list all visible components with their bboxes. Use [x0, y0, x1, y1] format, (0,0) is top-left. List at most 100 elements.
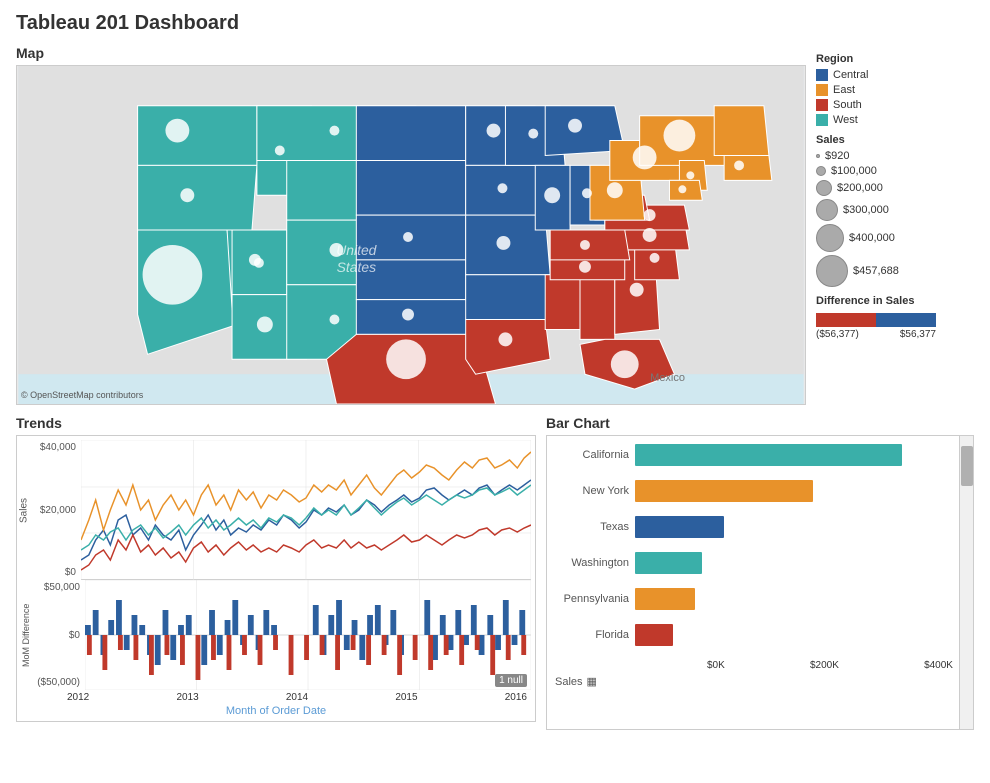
- sales-legend-title: Sales: [816, 134, 974, 146]
- diff-low: ($56,377): [816, 329, 859, 340]
- bar-label: Pennsylvania: [555, 593, 635, 605]
- sales-y-mid: $20,000: [31, 505, 76, 516]
- sales-y-axis-label: Sales: [17, 440, 31, 580]
- bar-label: Washington: [555, 557, 635, 569]
- map-label: Map: [16, 45, 806, 61]
- legend-section: Region Central East South West Sales $920 $1…: [816, 45, 974, 405]
- region-legend-item: West: [816, 114, 974, 126]
- sales-chart: [81, 440, 531, 580]
- region-legend: Central East South West: [816, 69, 974, 126]
- bar-label: California: [555, 449, 635, 461]
- bar-chart-label: Bar Chart: [546, 415, 974, 431]
- mom-y-axis-label: MoM Difference: [17, 580, 35, 690]
- bar-fill: [635, 516, 724, 538]
- bar-x-0: $0K: [707, 660, 725, 671]
- sales-y-bot: $0: [31, 567, 76, 578]
- bar-chart-row: Texas: [555, 516, 953, 538]
- bar-chart-inner: California New York Texas Washington Pen…: [546, 435, 974, 730]
- bar-track: [635, 624, 953, 646]
- bar-track: [635, 552, 953, 574]
- sales-circle: [816, 255, 848, 287]
- sales-circle: [816, 224, 844, 252]
- sales-legend-item: $457,688: [816, 255, 974, 287]
- region-name: West: [833, 114, 858, 126]
- sales-label: $100,000: [831, 165, 877, 177]
- sales-circle: [816, 154, 820, 158]
- region-color-box: [816, 69, 828, 81]
- x-label-2015: 2015: [395, 692, 417, 703]
- sales-legend-item: $200,000: [816, 180, 974, 196]
- trends-label: Trends: [16, 415, 536, 431]
- null-badge: 1 null: [495, 672, 527, 686]
- bar-chart-row: California: [555, 444, 953, 466]
- mexico-label: Mexico: [650, 372, 685, 384]
- filter-icon[interactable]: ▦: [587, 675, 597, 688]
- bar-x-axis: $0K $200K $400K: [627, 660, 973, 671]
- mom-chart: 1 null: [85, 580, 531, 690]
- region-color-box: [816, 99, 828, 111]
- sales-legend-item: $920: [816, 150, 974, 162]
- bar-label: Texas: [555, 521, 635, 533]
- trends-inner: Sales $40,000 $20,000 $0: [16, 435, 536, 722]
- bar-fill: [635, 552, 702, 574]
- region-color-box: [816, 114, 828, 126]
- bar-chart-row: Washington: [555, 552, 953, 574]
- bar-fill: [635, 624, 673, 646]
- bar-chart-row: New York: [555, 480, 953, 502]
- bar-x-400: $400K: [924, 660, 953, 671]
- scrollbar-thumb[interactable]: [961, 446, 973, 486]
- sales-label: $400,000: [849, 232, 895, 244]
- bar-chart-section: Bar Chart California New York Texas Wash…: [546, 415, 974, 730]
- trends-section: Trends Sales $40,000 $20,000 $0: [16, 415, 536, 730]
- x-label-2012: 2012: [67, 692, 89, 703]
- bar-chart-footer-label: Sales: [555, 676, 583, 688]
- bar-fill: [635, 588, 695, 610]
- bar-fill: [635, 480, 813, 502]
- diff-bar-container: ($56,377) $56,377: [816, 313, 974, 340]
- diff-bar: [816, 313, 936, 327]
- sales-y-top: $40,000: [31, 442, 76, 453]
- mom-y-bot: ($50,000): [35, 677, 80, 688]
- bar-track: [635, 444, 953, 466]
- map-container: United States: [16, 65, 806, 405]
- bar-track: [635, 588, 953, 610]
- bar-chart-row: Florida: [555, 624, 953, 646]
- x-label-2016: 2016: [505, 692, 527, 703]
- sales-circle: [816, 199, 838, 221]
- diff-bar-blue: [876, 313, 936, 327]
- sales-label: $457,688: [853, 265, 899, 277]
- diff-bar-red: [816, 313, 876, 327]
- x-axis-title: Month of Order Date: [17, 705, 535, 717]
- bar-track: [635, 516, 953, 538]
- sales-label: $200,000: [837, 182, 883, 194]
- bar-label: New York: [555, 485, 635, 497]
- sales-circle: [816, 180, 832, 196]
- region-name: Central: [833, 69, 868, 81]
- bar-fill: [635, 444, 902, 466]
- diff-labels: ($56,377) $56,377: [816, 329, 936, 340]
- diff-legend-title: Difference in Sales: [816, 295, 974, 307]
- sales-circle: [816, 166, 826, 176]
- mom-y-top: $50,000: [35, 582, 80, 593]
- region-legend-title: Region: [816, 53, 974, 65]
- x-axis-labels: 2012 2013 2014 2015 2016: [67, 692, 527, 703]
- page-title: Tableau 201 Dashboard: [16, 12, 974, 35]
- bar-x-200: $200K: [810, 660, 839, 671]
- sales-label: $920: [825, 150, 849, 162]
- map-svg: United States: [17, 66, 805, 404]
- bar-track: [635, 480, 953, 502]
- sales-legend-item: $300,000: [816, 199, 974, 221]
- region-legend-item: Central: [816, 69, 974, 81]
- x-label-2013: 2013: [176, 692, 198, 703]
- x-label-2014: 2014: [286, 692, 308, 703]
- mom-y-mid: $0: [35, 630, 80, 641]
- sales-label: $300,000: [843, 204, 889, 216]
- region-legend-item: South: [816, 99, 974, 111]
- scrollbar-area[interactable]: [959, 436, 973, 729]
- diff-high: $56,377: [900, 329, 936, 340]
- region-name: East: [833, 84, 855, 96]
- sales-legend-item: $400,000: [816, 224, 974, 252]
- region-legend-item: East: [816, 84, 974, 96]
- bar-chart-row: Pennsylvania: [555, 588, 953, 610]
- sales-legend: $920 $100,000 $200,000 $300,000 $400,000 $457…: [816, 150, 974, 287]
